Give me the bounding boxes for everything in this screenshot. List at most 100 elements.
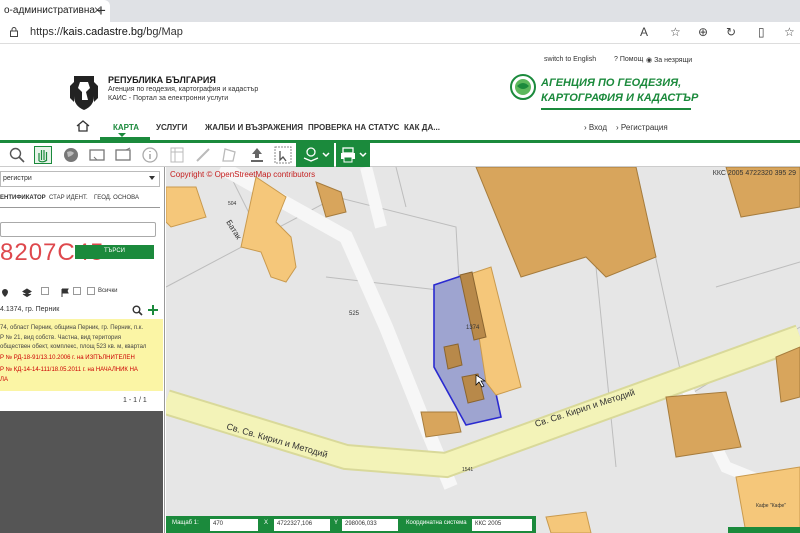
polygon-icon[interactable] <box>220 146 238 164</box>
star-icon[interactable]: ☆ <box>670 25 681 39</box>
split-screen-icon[interactable]: ▯ <box>758 25 765 39</box>
chevron-down-icon <box>149 176 155 180</box>
help-link[interactable]: ? Помощ <box>614 56 643 63</box>
switch-language-link[interactable]: switch to English <box>544 56 596 63</box>
globe-icon[interactable] <box>62 146 80 164</box>
scale-input[interactable]: 470 <box>210 519 258 531</box>
new-tab-button[interactable]: + <box>96 1 106 21</box>
scale-label: Мащаб 1: <box>172 520 199 526</box>
logo-underline <box>541 108 691 110</box>
result-details: 74, област Перник, община Перник, гр. Пе… <box>0 319 163 391</box>
nav-item-map[interactable]: КАРТА <box>113 123 139 132</box>
register-link[interactable]: › Регистрация <box>616 123 668 132</box>
coord-system-label: Координатна система <box>406 520 467 526</box>
pan-hand-icon[interactable] <box>34 146 52 164</box>
home-icon[interactable] <box>76 120 90 132</box>
favorites-icon[interactable]: ☆ <box>784 25 795 39</box>
parcel-label-1541: 1541 <box>462 467 473 473</box>
scale-bar <box>728 527 800 533</box>
login-label: Вход <box>588 123 607 132</box>
filter-checkbox-2[interactable] <box>73 287 81 295</box>
side-street <box>360 167 387 229</box>
map-status-bar: Мащаб 1: 470 X 4722327,106 Y 298006,033 … <box>166 516 536 533</box>
url-path: /bg/Map <box>143 26 183 38</box>
order-link-1[interactable]: Р № РД-18-91/13.10.2006 г. на ИЗПЪЛНИТЕЛ… <box>0 355 135 361</box>
upload-icon[interactable] <box>248 146 266 164</box>
select-cursor-icon[interactable] <box>274 146 292 164</box>
print-dropdown-button[interactable] <box>336 143 370 167</box>
chevron-down-icon <box>359 152 367 158</box>
impaired-link[interactable]: ◉ За незрящи <box>646 56 692 64</box>
refresh-icon[interactable]: ↻ <box>726 25 736 39</box>
tab-title: о-административна <box>4 5 95 16</box>
map-canvas[interactable]: 1374 525 504 1541 Кафе "Кафе" Св. Св. Ки… <box>166 167 800 533</box>
agency-logo-line1: АГЕНЦИЯ ПО ГЕОДЕЗИЯ, <box>541 77 682 89</box>
result-title[interactable]: 4.1374, гр. Перник <box>0 306 59 313</box>
search-button[interactable]: ТЪРСИ <box>75 245 154 259</box>
flag-icon[interactable] <box>60 288 70 298</box>
tab-identifier[interactable]: ЕНТИФИКАТОР <box>0 195 46 201</box>
info-line-3: обществен обект, комплекс, площ 523 кв. … <box>0 344 147 350</box>
search-panel: регистри ЕНТИФИКАТОР СТАР ИДЕНТ. ГЕОД. О… <box>0 167 165 533</box>
agency-logo-icon <box>510 74 536 100</box>
browser-tab[interactable]: о-административна × <box>0 0 110 22</box>
y-label: Y <box>334 520 339 526</box>
search-tabs: ЕНТИФИКАТОР СТАР ИДЕНТ. ГЕОД. ОСНОВА <box>0 193 160 207</box>
measure-area-icon[interactable] <box>168 146 186 164</box>
print-icon <box>341 147 355 163</box>
cadastral-map[interactable]: 1374 525 504 1541 Кафе "Кафе" Св. Св. Ки… <box>166 167 800 533</box>
coord-system-select[interactable]: ККС 2005 <box>472 519 532 531</box>
all-filter-label: Всички <box>98 288 118 294</box>
result-pager: 1 - 1 / 1 <box>123 397 147 404</box>
layers-dropdown-button[interactable] <box>296 143 334 167</box>
filter-checkbox-all[interactable] <box>87 287 95 295</box>
y-coordinate: 298006,033 <box>342 519 398 531</box>
street-label-batak: Батак <box>224 218 243 241</box>
layer-filter-row <box>0 285 160 301</box>
info-icon[interactable] <box>141 146 159 164</box>
measure-line-icon[interactable] <box>194 146 212 164</box>
zoom-out-icon[interactable] <box>8 146 26 164</box>
previous-extent-icon[interactable] <box>88 146 106 164</box>
info-line-2: Р № 21, вид собств. Частна, вид територи… <box>0 335 121 341</box>
login-link[interactable]: › Вход <box>584 123 607 132</box>
help-label: Помощ <box>619 56 644 63</box>
register-label: Регистрация <box>620 123 668 132</box>
read-aloud-icon[interactable]: A <box>640 25 648 39</box>
info-line-1: 74, област Перник, община Перник, гр. Пе… <box>0 325 144 331</box>
main-nav: КАРТА УСЛУГИ ЖАЛБИ И ВЪЗРАЖЕНИЯ ПРОВЕРКА… <box>0 114 800 140</box>
x-coordinate: 4722327,106 <box>274 519 330 531</box>
address-bar[interactable]: https://kais.cadastre.bg/bg/Map A ☆ ⊕ ↻ … <box>0 22 800 44</box>
nav-active-caret <box>118 133 126 137</box>
tab-old-identifier[interactable]: СТАР ИДЕНТ. <box>49 195 88 201</box>
register-select[interactable]: регистри <box>0 171 160 187</box>
tab-divider <box>0 207 160 208</box>
tab-geodetic-base[interactable]: ГЕОД. ОСНОВА <box>94 195 139 201</box>
nav-item-complaints[interactable]: ЖАЛБИ И ВЪЗРАЖЕНИЯ <box>205 123 303 132</box>
nav-item-how-to[interactable]: КАК ДА... <box>404 123 440 132</box>
map-coordinate-readout: ККС 2005 4722320 395 29 <box>712 170 796 177</box>
browser-tab-bar: о-административна × + <box>0 0 800 22</box>
order-link-2[interactable]: Р № КД-14-14-111/18.05.2011 г. на НАЧАЛН… <box>0 367 138 373</box>
zoom-icon[interactable]: ⊕ <box>698 25 708 39</box>
url-prefix: https:// <box>30 26 64 38</box>
map-copyright: Copyright © OpenStreetMap contributors <box>170 170 316 179</box>
map-pin-icon[interactable] <box>0 288 10 298</box>
order-link-2-tail[interactable]: ЛА <box>0 377 8 383</box>
x-label: X <box>264 520 269 526</box>
filter-checkbox-1[interactable] <box>41 287 49 295</box>
url-text[interactable]: https://kais.cadastre.bg/bg/Map <box>30 26 183 38</box>
parcel-label-525: 525 <box>349 311 360 317</box>
parcel-label-504: 504 <box>228 201 237 207</box>
url-host: kais.cadastre.bg <box>63 26 144 38</box>
layers-icon <box>303 147 319 162</box>
agency-logo-line2: КАРТОГРАФИЯ И КАДАСТЪР <box>541 92 699 104</box>
nav-item-status-check[interactable]: ПРОВЕРКА НА СТАТУС <box>308 123 399 132</box>
chevron-down-icon <box>322 152 330 158</box>
nav-item-services[interactable]: УСЛУГИ <box>156 123 187 132</box>
add-icon[interactable] <box>147 304 159 316</box>
next-extent-icon[interactable] <box>114 146 132 164</box>
search-icon[interactable] <box>132 305 143 316</box>
identifier-input[interactable] <box>0 222 156 237</box>
layers-stack-icon[interactable] <box>22 288 32 298</box>
